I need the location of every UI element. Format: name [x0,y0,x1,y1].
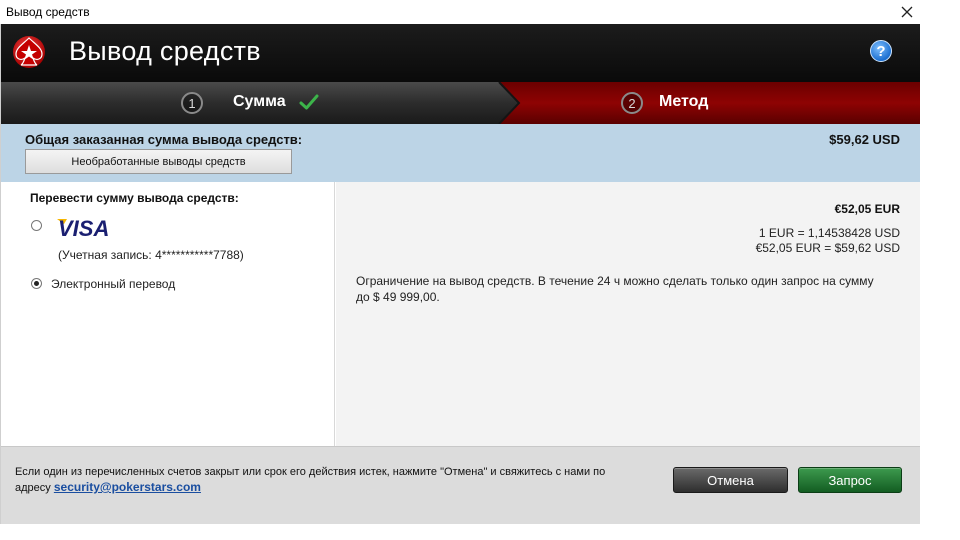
step-2-label: Метод [659,93,709,110]
step-2-number: 2 [621,92,643,114]
cancel-button[interactable]: Отмена [673,467,788,493]
app-window: Вывод средств Вывод средств ? 1 Сумма 2 … [0,0,960,540]
unprocessed-withdrawals-button[interactable]: Необработанные выводы средств [25,149,292,174]
security-email-link[interactable]: security@pokerstars.com [54,480,201,494]
eft-label[interactable]: Электронный перевод [51,277,175,291]
dialog-title: Вывод средств [69,36,261,66]
checkmark-icon [299,94,319,110]
eft-radio[interactable] [31,278,42,289]
pokerstars-logo [13,36,45,68]
visa-logo-text: VISA [58,216,109,239]
withdrawal-limit-note: Ограничение на вывод средств. В течение … [356,274,874,304]
window-title: Вывод средств [6,5,90,19]
exchange-rate: 1 EUR = 1,14538428 USD [758,226,900,240]
footer-note: Если один из перечисленных счетов закрыт… [15,465,625,496]
amount-eur: €52,05 EUR [834,202,900,216]
method-heading: Перевести сумму вывода средств: [30,191,239,205]
help-icon[interactable]: ? [870,40,892,62]
dialog-header: Вывод средств ? [1,24,920,82]
step-1-label: Сумма [233,93,286,110]
close-icon [901,6,913,18]
method-selection-panel: Перевести сумму вывода средств: VISA (Уч… [1,182,335,446]
dialog-footer: Если один из перечисленных счетов закрыт… [1,446,920,524]
withdrawal-dialog: Вывод средств ? 1 Сумма 2 Метод Общая за… [0,24,920,524]
visa-radio[interactable] [31,220,42,231]
visa-account-number: (Учетная запись: 4***********7788) [58,248,244,262]
os-titlebar: Вывод средств [0,0,960,24]
step-1-background [1,82,521,124]
total-label: Общая заказанная сумма вывода средств: [25,132,303,147]
step-progress-bar: 1 Сумма 2 Метод [1,82,920,124]
window-close-button[interactable] [892,0,922,24]
step-1-number: 1 [181,92,203,114]
visa-logo[interactable]: VISA [55,215,125,239]
total-value: $59,62 USD [829,132,900,147]
withdrawal-details-panel: €52,05 EUR 1 EUR = 1,14538428 USD €52,05… [336,182,920,446]
total-summary: Общая заказанная сумма вывода средств: $… [1,124,920,182]
conversion-result: €52,05 EUR = $59,62 USD [755,241,900,255]
request-button[interactable]: Запрос [798,467,902,493]
